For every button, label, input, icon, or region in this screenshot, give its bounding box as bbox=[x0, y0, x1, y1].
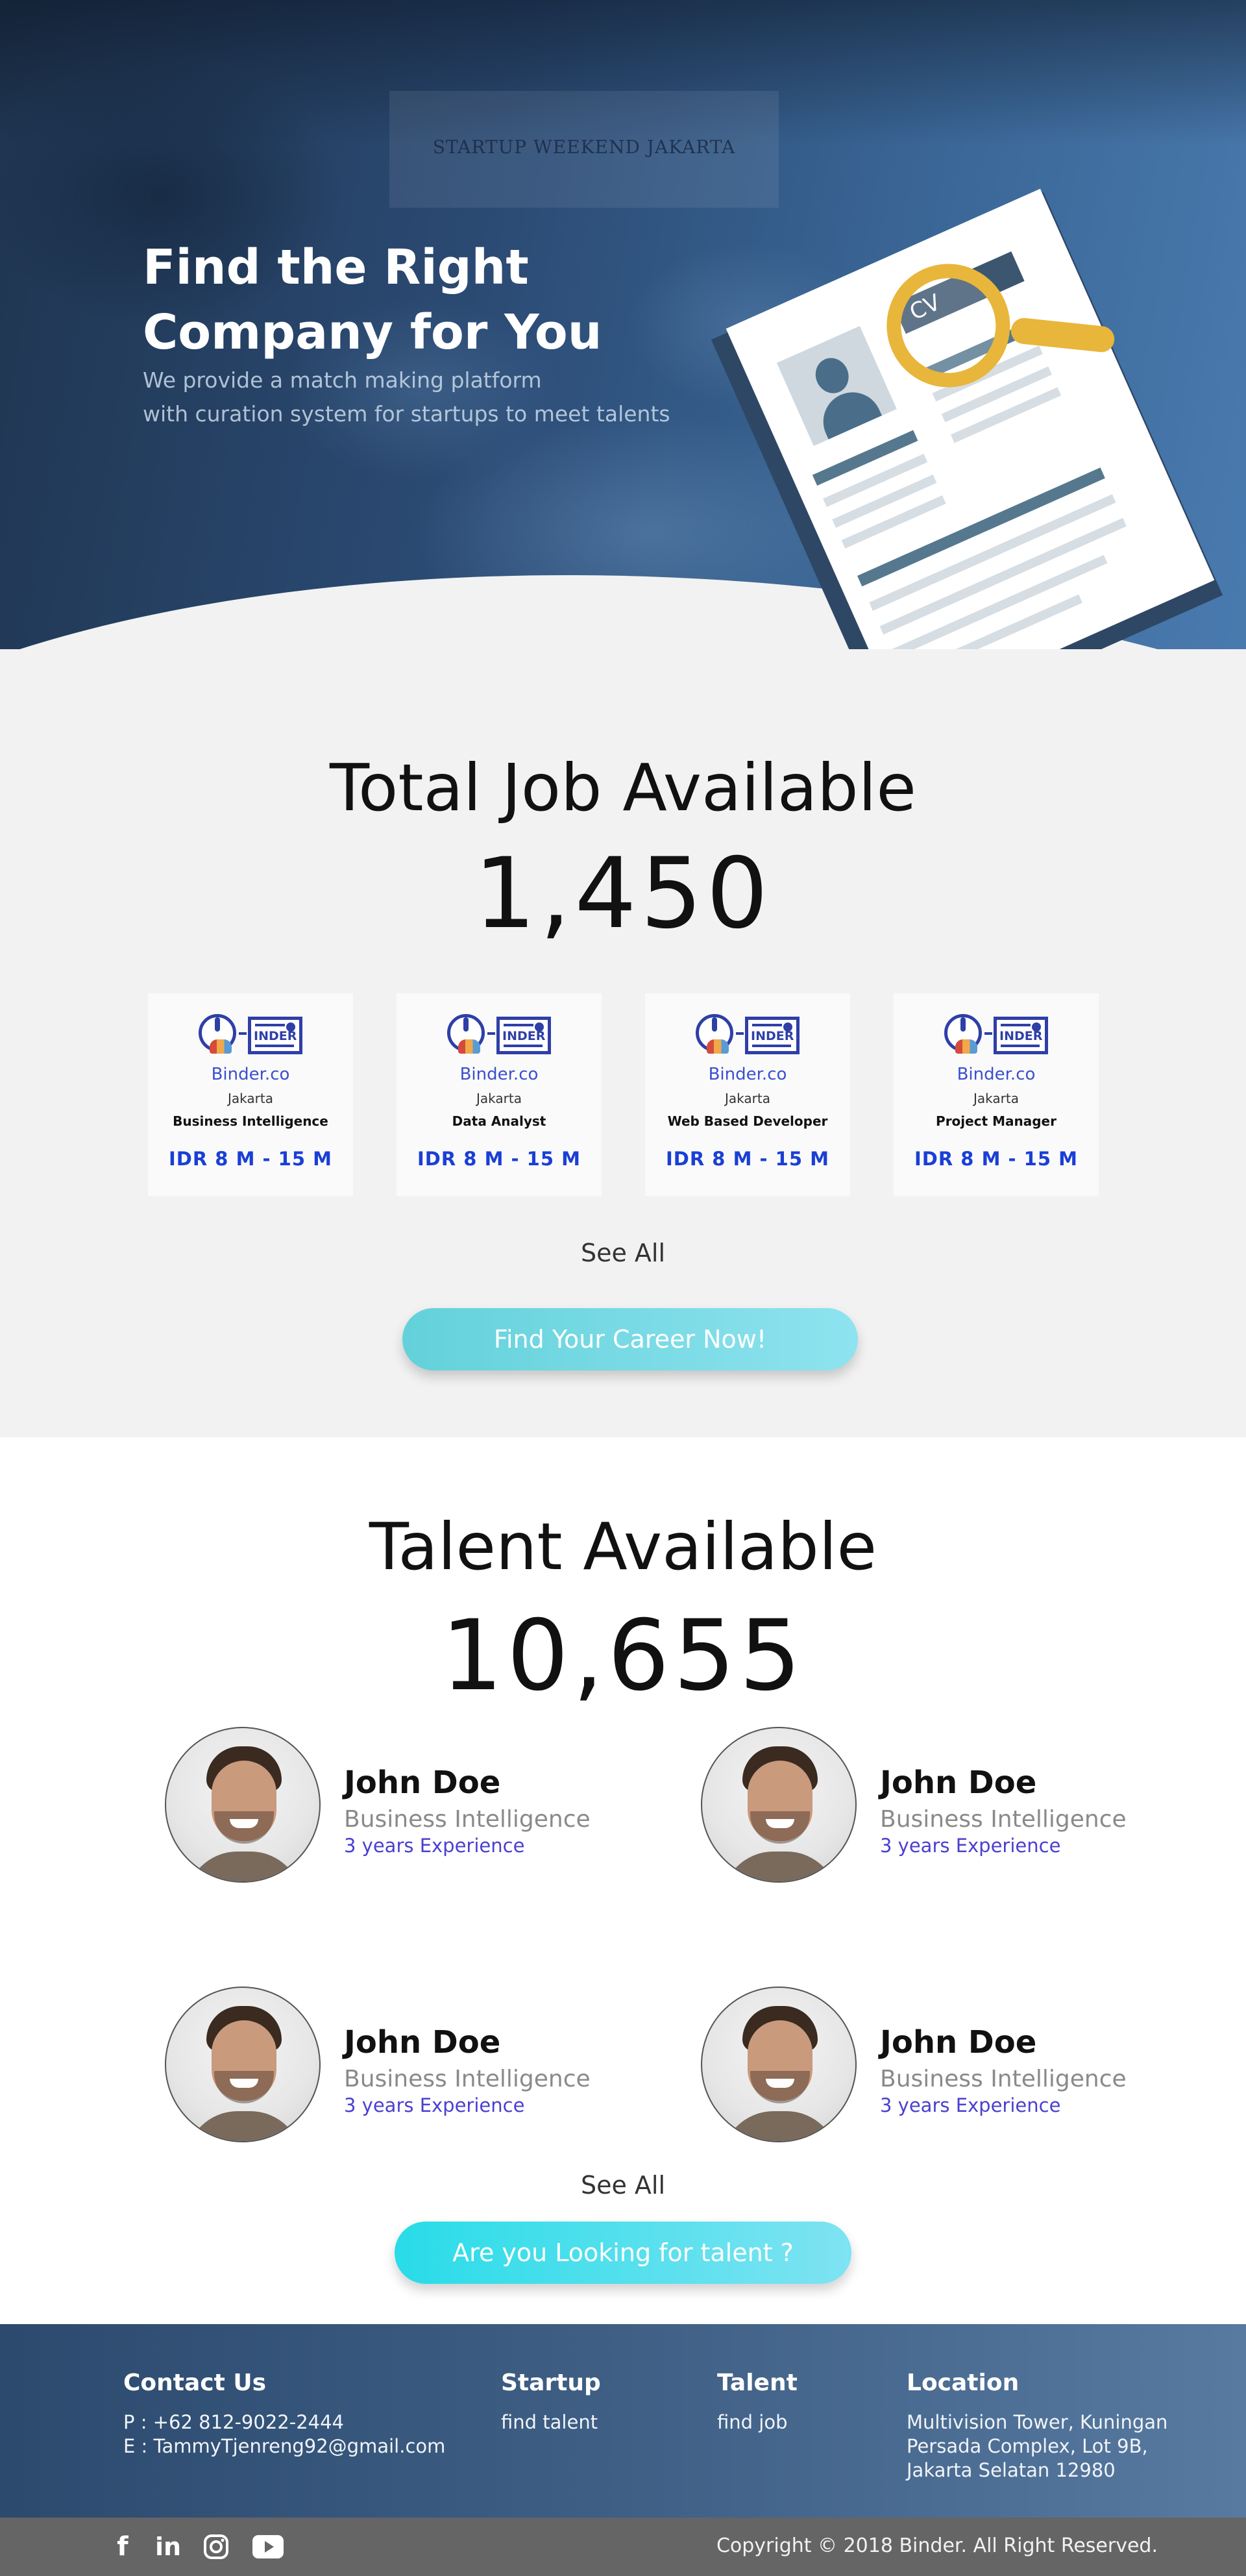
footer-find-talent-link[interactable]: find talent bbox=[501, 2410, 601, 2434]
talent-section: Talent Available 10,655 John Doe Busines… bbox=[0, 1437, 1246, 2324]
job-role: Web Based Developer bbox=[667, 1113, 828, 1129]
job-card[interactable]: INDER Binder.co Jakarta Business Intelli… bbox=[148, 993, 353, 1196]
footer-address-line-2: Persada Complex, Lot 9B, bbox=[907, 2435, 1148, 2457]
job-company[interactable]: Binder.co bbox=[645, 1065, 850, 1084]
job-company[interactable]: Binder.co bbox=[894, 1065, 1099, 1084]
instagram-icon[interactable] bbox=[200, 2531, 232, 2563]
avatar[interactable] bbox=[701, 1987, 857, 2142]
footer-contact: Contact Us P : +62 812-9022-2444 E : Tam… bbox=[123, 2370, 445, 2458]
copyright-text: Copyright © 2018 Binder. All Right Reser… bbox=[716, 2534, 1158, 2557]
footer-talent-heading: Talent bbox=[717, 2370, 798, 2396]
jobs-section: Total Job Available 1,450 INDER Binder.c… bbox=[0, 649, 1246, 1437]
talent-experience: 3 years Experience bbox=[344, 2094, 525, 2116]
avatar[interactable] bbox=[701, 1727, 857, 1883]
looking-for-talent-button[interactable]: Are you Looking for talent ? bbox=[395, 2222, 851, 2284]
hero-section: STARTUP WEEKEND JAKARTA Find the Right C… bbox=[0, 0, 1246, 727]
job-card[interactable]: INDER Binder.co Jakarta Project Manager … bbox=[894, 993, 1099, 1196]
find-career-button[interactable]: Find Your Career Now! bbox=[402, 1308, 858, 1370]
job-role: Business Intelligence bbox=[173, 1113, 328, 1129]
job-company[interactable]: Binder.co bbox=[397, 1065, 602, 1084]
job-salary: IDR 8 M - 15 M bbox=[169, 1148, 332, 1170]
job-salary: IDR 8 M - 15 M bbox=[666, 1148, 829, 1170]
talent-card[interactable]: John Doe Business Intelligence 3 years E… bbox=[165, 1987, 658, 2142]
company-logo-icon: INDER bbox=[696, 1005, 800, 1057]
footer-address-line-1: Multivision Tower, Kuningan bbox=[907, 2411, 1168, 2433]
company-logo-icon: INDER bbox=[447, 1005, 551, 1057]
job-role: Data Analyst bbox=[452, 1113, 546, 1129]
talent-card[interactable]: John Doe Business Intelligence 3 years E… bbox=[701, 1987, 1194, 2142]
talent-see-all-link[interactable]: See All bbox=[0, 2171, 1246, 2199]
talent-card[interactable]: John Doe Business Intelligence 3 years E… bbox=[165, 1727, 658, 1883]
company-logo-icon: INDER bbox=[944, 1005, 1048, 1057]
bottom-bar: f in Copyright © 2018 Binder. All Right … bbox=[0, 2518, 1246, 2576]
jobs-title: Total Job Available bbox=[330, 750, 916, 826]
job-company[interactable]: Binder.co bbox=[148, 1065, 353, 1084]
youtube-icon[interactable] bbox=[252, 2531, 284, 2563]
talent-experience: 3 years Experience bbox=[880, 2094, 1061, 2116]
talent-role: Business Intelligence bbox=[880, 2066, 1127, 2092]
avatar[interactable] bbox=[165, 1727, 321, 1883]
footer-contact-heading: Contact Us bbox=[123, 2370, 267, 2396]
hero-subtitle: We provide a match making platform with … bbox=[143, 364, 727, 431]
job-salary: IDR 8 M - 15 M bbox=[417, 1148, 581, 1170]
talent-name[interactable]: John Doe bbox=[344, 2024, 500, 2061]
talent-role: Business Intelligence bbox=[880, 1806, 1127, 1833]
cv-sheet: CV bbox=[726, 188, 1215, 721]
footer-find-job-link[interactable]: find job bbox=[717, 2410, 798, 2434]
talent-role: Business Intelligence bbox=[344, 1806, 591, 1833]
cv-illustration: CV bbox=[701, 169, 1223, 727]
footer-location: Location Multivision Tower, Kuningan Per… bbox=[907, 2370, 1167, 2483]
magnifier-handle bbox=[1009, 316, 1116, 354]
avatar[interactable] bbox=[165, 1987, 321, 2142]
job-city: Jakarta bbox=[725, 1091, 770, 1106]
hero-title: Find the Right Company for You bbox=[143, 240, 602, 360]
hero-subtitle-line-2: with curation system for startups to mee… bbox=[143, 401, 670, 427]
job-city: Jakarta bbox=[476, 1091, 522, 1106]
footer-phone: P : +62 812-9022-2444 bbox=[123, 2411, 344, 2433]
talent-name[interactable]: John Doe bbox=[880, 1765, 1036, 1801]
talent-role: Business Intelligence bbox=[344, 2066, 591, 2092]
job-city: Jakarta bbox=[973, 1091, 1019, 1106]
talent-experience: 3 years Experience bbox=[880, 1835, 1061, 1857]
footer-email[interactable]: E : TammyTjenreng92@gmail.com bbox=[123, 2434, 445, 2458]
cv-avatar-icon bbox=[776, 326, 897, 446]
jobs-see-all-link[interactable]: See All bbox=[0, 1239, 1246, 1267]
job-card[interactable]: INDER Binder.co Jakarta Web Based Develo… bbox=[645, 993, 850, 1196]
footer-location-heading: Location bbox=[907, 2370, 1020, 2396]
jobs-count: 1,450 bbox=[474, 837, 772, 950]
talent-count: 10,655 bbox=[441, 1600, 805, 1713]
job-role: Project Manager bbox=[936, 1113, 1057, 1129]
talent-name[interactable]: John Doe bbox=[344, 1765, 500, 1801]
footer-address-line-3: Jakarta Selatan 12980 bbox=[907, 2459, 1116, 2481]
talent-name[interactable]: John Doe bbox=[880, 2024, 1036, 2061]
hero-subtitle-line-1: We provide a match making platform bbox=[143, 367, 542, 393]
talent-title: Talent Available bbox=[369, 1509, 877, 1585]
facebook-icon[interactable]: f bbox=[106, 2531, 139, 2563]
company-logo-icon: INDER bbox=[199, 1005, 302, 1057]
hero-photo-banner-text: STARTUP WEEKEND JAKARTA bbox=[432, 136, 736, 158]
linkedin-icon[interactable]: in bbox=[152, 2531, 184, 2563]
footer-talent: Talent find job bbox=[717, 2370, 798, 2434]
job-card[interactable]: INDER Binder.co Jakarta Data Analyst IDR… bbox=[397, 993, 602, 1196]
footer: Contact Us P : +62 812-9022-2444 E : Tam… bbox=[0, 2324, 1246, 2518]
job-salary: IDR 8 M - 15 M bbox=[914, 1148, 1078, 1170]
talent-experience: 3 years Experience bbox=[344, 1835, 525, 1857]
talent-card[interactable]: John Doe Business Intelligence 3 years E… bbox=[701, 1727, 1194, 1883]
job-city: Jakarta bbox=[228, 1091, 273, 1106]
footer-startup: Startup find talent bbox=[501, 2370, 601, 2434]
footer-startup-heading: Startup bbox=[501, 2370, 601, 2396]
